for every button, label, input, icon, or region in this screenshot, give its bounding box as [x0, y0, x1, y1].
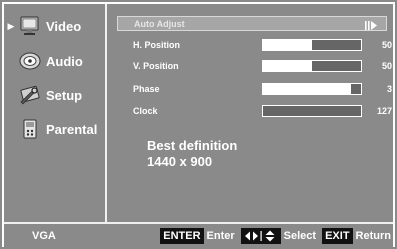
sidebar-item-setup[interactable]: Setup: [4, 78, 105, 112]
phase-slider[interactable]: [262, 83, 362, 95]
play-forward-icon: [364, 18, 378, 30]
select-hint: Select: [283, 230, 317, 242]
setting-v-position[interactable]: V. Position 50: [117, 59, 392, 73]
input-source-label: VGA: [32, 230, 56, 242]
sidebar-item-label: Setup: [46, 87, 83, 103]
slider-fill: [263, 106, 361, 116]
exit-key: EXIT: [322, 228, 353, 244]
sidebar-item-audio[interactable]: Audio: [4, 44, 105, 78]
sidebar-item-label: Audio: [46, 53, 83, 69]
resolution-info: Best definition 1440 x 900: [147, 138, 237, 170]
key-hints: ENTER Enter Select EXIT Return: [160, 228, 393, 244]
left-right-up-down-arrows-icon: [240, 228, 281, 244]
setting-value: 3: [386, 84, 392, 94]
setting-label: V. Position: [133, 61, 179, 71]
setting-label: Phase: [133, 84, 160, 94]
sidebar: ▶ Video Audio Setup Parental: [4, 4, 105, 222]
h-position-slider[interactable]: [262, 39, 362, 51]
osd-menu: ▶ Video Audio Setup Parental Auto Adjust…: [0, 0, 397, 249]
setting-value: 50: [381, 61, 392, 71]
setting-label: Clock: [133, 106, 158, 116]
speaker-icon: [18, 50, 42, 72]
selected-arrow-icon: ▶: [7, 20, 15, 31]
return-hint: Return: [355, 230, 391, 242]
slider-fill: [312, 61, 361, 71]
sidebar-item-label: Video: [46, 18, 82, 34]
clock-slider[interactable]: [262, 105, 362, 117]
main-panel: Auto Adjust H. Position 50 V. Position 5…: [107, 4, 393, 222]
setting-h-position[interactable]: H. Position 50: [117, 38, 392, 52]
footer-bar: VGA ENTER Enter Select EXIT Return: [4, 222, 393, 247]
slider-fill: [312, 40, 361, 50]
settings-icon: [18, 84, 42, 106]
resolution-value: 1440 x 900: [147, 154, 213, 169]
auto-adjust-button[interactable]: Auto Adjust: [117, 16, 387, 31]
resolution-title: Best definition: [147, 138, 238, 153]
sidebar-item-video[interactable]: ▶ Video: [4, 9, 105, 43]
setting-label: H. Position: [133, 40, 180, 50]
enter-hint: Enter: [206, 230, 235, 242]
setting-value: 127: [376, 106, 392, 116]
auto-adjust-label: Auto Adjust: [134, 18, 185, 29]
setting-phase[interactable]: Phase 3: [117, 82, 392, 96]
sidebar-item-label: Parental: [46, 121, 98, 137]
monitor-icon: [18, 15, 42, 37]
slider-fill: [351, 84, 361, 94]
setting-clock[interactable]: Clock 127: [117, 104, 392, 118]
enter-key: ENTER: [160, 228, 204, 244]
parental-control-icon: [18, 118, 42, 140]
v-position-slider[interactable]: [262, 60, 362, 72]
setting-value: 50: [381, 40, 392, 50]
sidebar-item-parental[interactable]: Parental: [4, 112, 105, 146]
